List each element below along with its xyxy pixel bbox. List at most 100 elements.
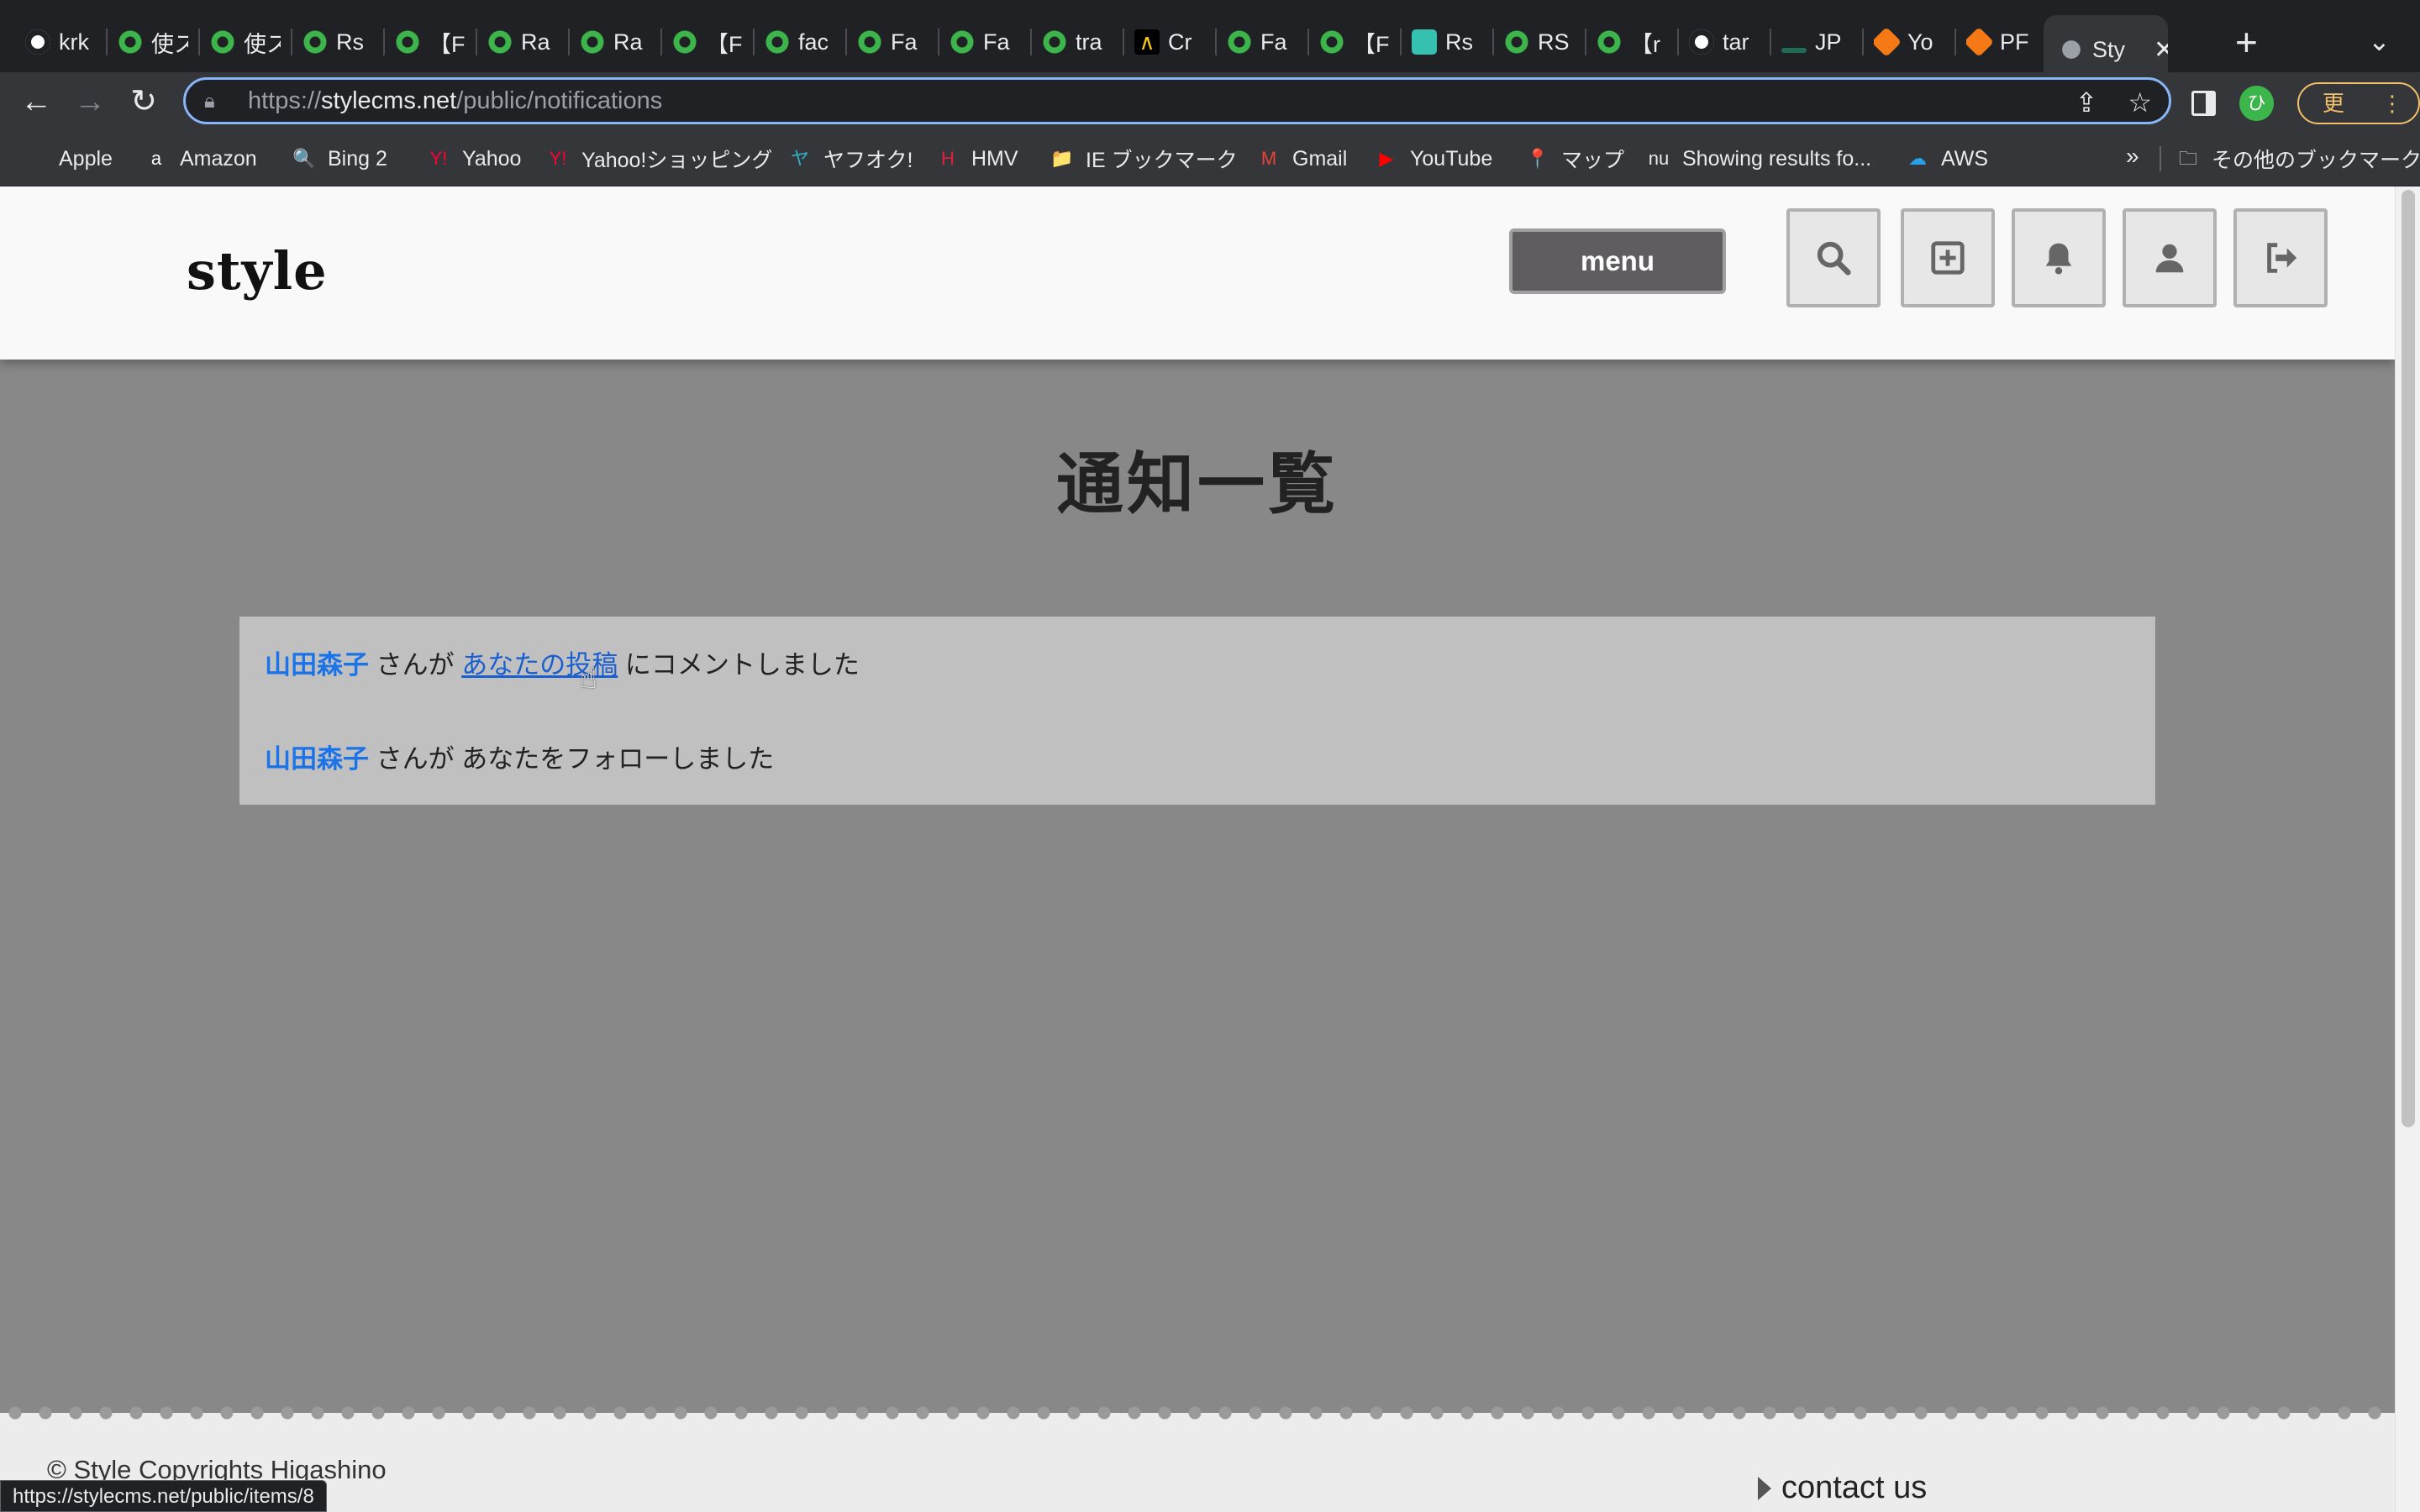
- tab-title: Cr: [1168, 29, 1192, 55]
- bookmark-item[interactable]: 📁 IE ブックマーク: [1050, 143, 1237, 175]
- notifications-button[interactable]: [2012, 208, 2106, 307]
- tab-separator: [1862, 29, 1864, 55]
- rs-favicon-icon: [1412, 29, 1437, 55]
- bookmarks-divider: [2160, 146, 2161, 171]
- github-favicon-icon: [25, 29, 50, 55]
- logout-button[interactable]: [2233, 208, 2328, 307]
- tab-title: 使ス: [151, 31, 188, 57]
- browser-tab[interactable]: 【F: [672, 20, 743, 64]
- bookmark-favicon-icon: Y!: [429, 148, 448, 169]
- tab-title: Fa: [1260, 29, 1287, 55]
- browser-tab[interactable]: Ra: [487, 20, 558, 64]
- green-favicon-icon: [395, 29, 420, 55]
- profile-button[interactable]: [2123, 208, 2217, 307]
- browser-tab[interactable]: PF: [1966, 20, 2037, 64]
- tab-separator: [938, 29, 939, 55]
- browser-tab[interactable]: krk: [25, 20, 96, 64]
- browser-tab[interactable]: 使ス: [118, 20, 188, 64]
- green-favicon-icon: [1227, 29, 1252, 55]
- browser-tab[interactable]: 【F: [395, 20, 466, 64]
- bookmark-favicon-icon: ヤ: [790, 148, 809, 169]
- browser-tab[interactable]: Rs: [302, 20, 373, 64]
- bookmark-item[interactable]: Y! Yahoo: [427, 143, 522, 175]
- bookmarks-overflow-icon[interactable]: »: [2126, 143, 2139, 170]
- scrollbar-thumb[interactable]: [2402, 190, 2415, 1127]
- browser-tab[interactable]: Fa: [857, 20, 928, 64]
- bookmark-item[interactable]: M Gmail: [1257, 143, 1347, 175]
- other-bookmarks-folder[interactable]: 🗀 その他のブックマーク: [2176, 143, 2420, 175]
- forward-icon[interactable]: →: [69, 81, 111, 123]
- browser-tab[interactable]: Rs: [1412, 20, 1482, 64]
- browser-tab[interactable]: Yo: [1874, 20, 1944, 64]
- tab-title: 【F: [1353, 31, 1390, 57]
- browser-tab[interactable]: Fa: [1227, 20, 1297, 64]
- browser-tab[interactable]: 【r: [1597, 20, 1667, 64]
- tab-title: tra: [1076, 29, 1102, 55]
- browser-tab[interactable]: RS: [1504, 20, 1575, 64]
- browser-tab[interactable]: Fa: [950, 20, 1020, 64]
- bookmark-label: HMV: [971, 146, 1018, 171]
- reload-icon[interactable]: ↻: [123, 81, 165, 123]
- browser-tab[interactable]: fac: [765, 20, 835, 64]
- notification-user-link[interactable]: 山田森子: [265, 744, 369, 774]
- jp-favicon-icon: [1781, 48, 1807, 53]
- new-post-button[interactable]: [1901, 208, 1995, 307]
- bookmark-favicon-icon: ▶: [1379, 148, 1394, 169]
- github-favicon-icon: [1689, 29, 1714, 55]
- browser-tab[interactable]: tar: [1689, 20, 1760, 64]
- bookmark-item[interactable]: Apple: [24, 143, 113, 175]
- green-favicon-icon: [672, 29, 697, 55]
- new-tab-button[interactable]: +: [2235, 20, 2258, 64]
- url-text[interactable]: https://stylecms.net/public/notification…: [248, 87, 662, 115]
- tab-separator: [1677, 29, 1679, 55]
- tab-search-icon[interactable]: ⌄: [2368, 25, 2391, 57]
- kebab-menu-icon[interactable]: ⋮: [2381, 84, 2403, 123]
- browser-tab[interactable]: 使ス: [210, 20, 281, 64]
- bookmark-label: Bing 2: [328, 146, 387, 171]
- bell-icon: [2045, 243, 2072, 275]
- bookmark-item[interactable]: nu Showing results fo...: [1647, 143, 1871, 175]
- tab-title: 【F: [706, 31, 743, 57]
- profile-avatar[interactable]: ひ: [2239, 86, 2274, 121]
- back-icon[interactable]: ←: [15, 81, 57, 123]
- plus-square-icon: [1931, 241, 1965, 275]
- contact-link[interactable]: contact us: [1758, 1470, 1927, 1506]
- bookmark-item[interactable]: 🔍 Bing 2: [292, 143, 387, 175]
- browser-tab[interactable]: Ra: [580, 20, 650, 64]
- browser-tab[interactable]: 【F: [1319, 20, 1390, 64]
- browser-tab[interactable]: tra: [1042, 20, 1113, 64]
- search-button[interactable]: [1786, 208, 1881, 307]
- tab-separator: [1770, 29, 1771, 55]
- box-favicon-icon: [1966, 26, 1995, 58]
- update-button[interactable]: 更新 ⋮: [2296, 82, 2420, 155]
- site-logo[interactable]: style: [187, 240, 328, 302]
- close-tab-icon[interactable]: ✕: [2154, 35, 2168, 65]
- triangle-right-icon: [1758, 1476, 1771, 1500]
- bookmark-label: マップ: [1561, 149, 1625, 172]
- share-icon[interactable]: ⇪: [2075, 87, 2098, 118]
- lock-icon[interactable]: 🔒︎: [204, 90, 223, 113]
- bookmark-item[interactable]: Y! Yahoo!ショッピング: [546, 143, 773, 175]
- tab-title: Rs: [336, 29, 364, 55]
- sign-out-icon: [2267, 243, 2297, 273]
- tab-title: 使ス: [244, 31, 281, 57]
- bookmark-item[interactable]: a Amazon: [145, 143, 257, 175]
- notification-user-link[interactable]: 山田森子: [265, 650, 369, 680]
- page-scrollbar[interactable]: [2395, 186, 2420, 1512]
- notification-item: 山田森子 さんが あなたの投稿 にコメントしました: [265, 643, 860, 681]
- bookmark-item[interactable]: ヤヤフオク!: [788, 143, 913, 175]
- side-panel-icon[interactable]: [2191, 91, 2217, 116]
- tab-separator: [1030, 29, 1032, 55]
- bookmark-star-icon[interactable]: ☆: [2128, 87, 2152, 118]
- browser-tab[interactable]: JP: [1781, 20, 1852, 64]
- bookmark-label: AWS: [1941, 146, 1989, 171]
- bookmark-label: ヤフオク!: [823, 149, 913, 172]
- bookmark-item[interactable]: H HMV: [936, 143, 1018, 175]
- browser-tab[interactable]: ∧ Cr: [1134, 20, 1205, 64]
- menu-button[interactable]: menu: [1509, 228, 1726, 294]
- address-bar[interactable]: 🔒︎ https://stylecms.net/public/notificat…: [183, 77, 2171, 124]
- box-favicon-icon: [1874, 26, 1902, 58]
- bookmark-item[interactable]: ▶ YouTube: [1375, 143, 1493, 175]
- bookmark-item[interactable]: ☁ AWS: [1906, 143, 1988, 175]
- bookmark-item[interactable]: 📍 マップ: [1526, 143, 1624, 175]
